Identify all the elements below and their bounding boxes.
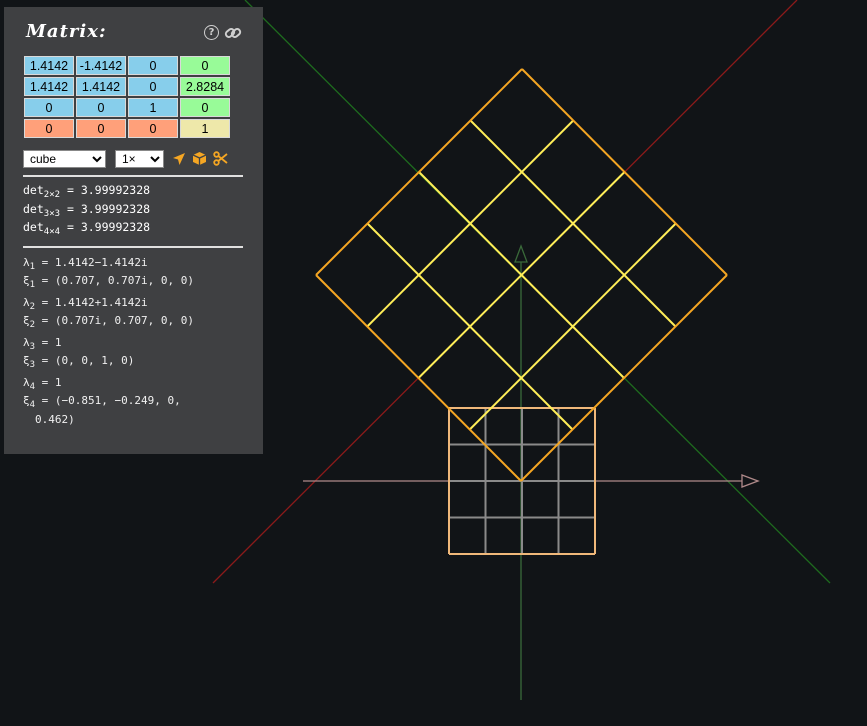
matrix-cell-3-1[interactable]: 0	[76, 119, 126, 138]
y-axis-arrow-icon	[514, 244, 528, 263]
eigenvalue-1: λ1 = 1.4142−1.4142i	[23, 255, 148, 272]
matrix-cell-0-3[interactable]: 0	[180, 56, 230, 75]
matrix-cell-1-3[interactable]: 2.8284	[180, 77, 230, 96]
eigenvector-1: ξ1 = (0.707, 0.707i, 0, 0)	[23, 274, 194, 290]
eigenvector-2: ξ2 = (0.707i, 0.707, 0, 0)	[23, 314, 194, 330]
matrix-cell-3-2[interactable]: 0	[128, 119, 178, 138]
scale-select[interactable]: 1×	[115, 149, 164, 168]
axes	[212, 0, 831, 700]
shape-select[interactable]: cube	[23, 149, 106, 168]
matrix-row: 1.4142 1.4142 0 2.8284	[24, 77, 230, 96]
matrix-cell-2-0[interactable]: 0	[24, 98, 74, 117]
cube-tool-icon[interactable]	[192, 151, 207, 166]
matrix-cell-3-3[interactable]: 1	[180, 119, 230, 138]
matrix-cell-3-0[interactable]: 0	[24, 119, 74, 138]
matrix-cell-2-2[interactable]: 1	[128, 98, 178, 117]
matrix-cell-2-1[interactable]: 0	[76, 98, 126, 117]
link-icon[interactable]	[224, 25, 242, 41]
matrix-cell-1-0[interactable]: 1.4142	[24, 77, 74, 96]
eigenvalue-3: λ3 = 1	[23, 335, 62, 352]
matrix-panel: Matrix: ? 1.4142 -1.4142 0 0 1.4142 1.4142 0 2.…	[4, 7, 263, 454]
divider	[23, 175, 243, 177]
eigenvalue-4: λ4 = 1	[23, 375, 62, 392]
eigen-list: λ1 = 1.4142−1.4142i ξ1 = (0.707, 0.707i,…	[23, 256, 244, 432]
eigenvector-4-cont: 0.462)	[35, 412, 75, 426]
det-4x4: det4×4 = 3.99992328	[23, 220, 151, 237]
matrix-cell-0-1[interactable]: -1.4142	[76, 56, 126, 75]
matrix-row: 0001	[24, 119, 230, 138]
det-3x3: det3×3 = 3.99992328	[23, 201, 151, 219]
divider	[23, 245, 243, 248]
arrow-tool-icon[interactable]	[172, 152, 186, 166]
scissors-icon[interactable]	[213, 151, 228, 166]
determinants: det2×2 = 3.99992328 det3×3 = 3.99992328 …	[23, 183, 244, 239]
matrix-cell-1-1[interactable]: 1.4142	[76, 77, 126, 96]
matrix-cell-1-2[interactable]: 0	[128, 77, 178, 96]
panel-title: Matrix:	[26, 21, 107, 42]
matrix-cell-2-3[interactable]: 0	[180, 98, 230, 117]
x-axis-arrow-icon	[741, 474, 760, 488]
eigenvalue-2: λ2 = 1.4142+1.4142i	[23, 295, 148, 312]
matrix-table: 1.4142 -1.4142 0 0 1.4142 1.4142 0 2.8284 0 0 1 0 0 0…	[22, 54, 232, 140]
help-icon[interactable]: ?	[204, 25, 219, 40]
eigenvector-4: ξ4 = (−0.851, −0.249, 0,	[23, 394, 181, 410]
matrix-row: 1.4142 -1.4142 0 0	[24, 56, 230, 75]
matrix-cell-0-2[interactable]: 0	[128, 56, 178, 75]
matrix-row: 0010	[24, 98, 230, 117]
matrix-cell-0-0[interactable]: 1.4142	[24, 56, 74, 75]
eigenvector-3: ξ3 = (0, 0, 1, 0)	[23, 354, 135, 370]
det-2x2: det2×2 = 3.99992328	[23, 183, 151, 200]
